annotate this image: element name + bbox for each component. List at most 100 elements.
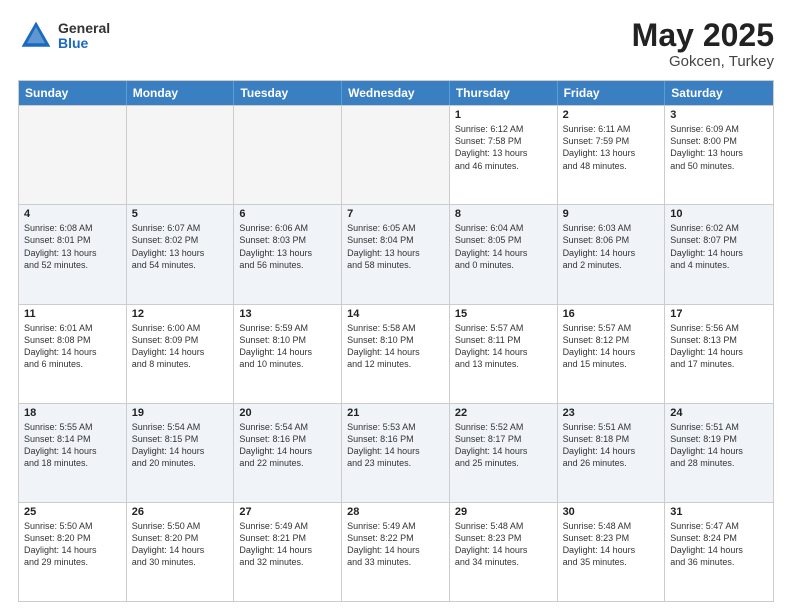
logo-blue-label: Blue: [58, 36, 110, 51]
cal-cell-1: 1 Sunrise: 6:12 AM Sunset: 7:58 PM Daylig…: [450, 106, 558, 204]
cell-info: Sunrise: 6:02 AM Sunset: 8:07 PM Dayligh…: [670, 222, 768, 271]
cal-week-1: 1 Sunrise: 6:12 AM Sunset: 7:58 PM Daylig…: [19, 105, 773, 204]
cal-cell-18: 18 Sunrise: 5:55 AM Sunset: 8:14 PM Dayli…: [19, 404, 127, 502]
day-number: 19: [132, 407, 229, 419]
cal-header-cell-tuesday: Tuesday: [234, 81, 342, 105]
day-number: 15: [455, 308, 552, 320]
cal-header-cell-saturday: Saturday: [665, 81, 773, 105]
day-number: 21: [347, 407, 444, 419]
page: General Blue May 2025 Gokcen, Turkey Sun…: [0, 0, 792, 612]
day-number: 20: [239, 407, 336, 419]
day-number: 27: [239, 506, 336, 518]
cell-info: Sunrise: 6:12 AM Sunset: 7:58 PM Dayligh…: [455, 123, 552, 172]
cal-cell-2: 2Sunrise: 6:11 AM Sunset: 7:59 PM Daylig…: [558, 106, 666, 204]
cal-cell-8: 8 Sunrise: 6:04 AM Sunset: 8:05 PM Daylig…: [450, 205, 558, 303]
cell-info: Sunrise: 6:05 AM Sunset: 8:04 PM Dayligh…: [347, 222, 444, 271]
day-number: 12: [132, 308, 229, 320]
day-number: 11: [24, 308, 121, 320]
cal-header-cell-monday: Monday: [127, 81, 235, 105]
title-block: May 2025 Gokcen, Turkey: [632, 18, 774, 70]
day-number: 6: [239, 208, 336, 220]
cell-info: Sunrise: 6:06 AM Sunset: 8:03 PM Dayligh…: [239, 222, 336, 271]
cell-info: Sunrise: 5:51 AM Sunset: 8:19 PM Dayligh…: [670, 421, 768, 470]
day-number: 3: [670, 109, 768, 121]
cell-info: Sunrise: 5:51 AM Sunset: 8:18 PM Dayligh…: [563, 421, 660, 470]
day-number: 9: [563, 208, 660, 220]
day-number: 7: [347, 208, 444, 220]
day-number: 28: [347, 506, 444, 518]
cal-cell-22: 22 Sunrise: 5:52 AM Sunset: 8:17 PM Dayli…: [450, 404, 558, 502]
cell-info: Sunrise: 6:03 AM Sunset: 8:06 PM Dayligh…: [563, 222, 660, 271]
cal-week-5: 25Sunrise: 5:50 AM Sunset: 8:20 PM Dayli…: [19, 502, 773, 601]
month-year: May 2025: [632, 18, 774, 53]
calendar-header: SundayMondayTuesdayWednesdayThursdayFrid…: [19, 81, 773, 105]
day-number: 22: [455, 407, 552, 419]
cell-info: Sunrise: 6:01 AM Sunset: 8:08 PM Dayligh…: [24, 322, 121, 371]
calendar-body: 1 Sunrise: 6:12 AM Sunset: 7:58 PM Daylig…: [19, 105, 773, 601]
cal-cell-20: 20 Sunrise: 5:54 AM Sunset: 8:16 PM Dayli…: [234, 404, 342, 502]
day-number: 31: [670, 506, 768, 518]
day-number: 5: [132, 208, 229, 220]
cell-info: Sunrise: 6:09 AM Sunset: 8:00 PM Dayligh…: [670, 123, 768, 172]
cal-cell-empty-0: [19, 106, 127, 204]
cal-week-4: 18 Sunrise: 5:55 AM Sunset: 8:14 PM Dayli…: [19, 403, 773, 502]
cal-week-2: 4 Sunrise: 6:08 AM Sunset: 8:01 PM Daylig…: [19, 204, 773, 303]
cal-cell-19: 19 Sunrise: 5:54 AM Sunset: 8:15 PM Dayli…: [127, 404, 235, 502]
cal-cell-12: 12 Sunrise: 6:00 AM Sunset: 8:09 PM Dayli…: [127, 305, 235, 403]
logo-text: General Blue: [58, 21, 110, 52]
day-number: 16: [563, 308, 660, 320]
cell-info: Sunrise: 5:54 AM Sunset: 8:16 PM Dayligh…: [239, 421, 336, 470]
cal-cell-31: 31Sunrise: 5:47 AM Sunset: 8:24 PM Dayli…: [665, 503, 773, 601]
cell-info: Sunrise: 5:58 AM Sunset: 8:10 PM Dayligh…: [347, 322, 444, 371]
day-number: 4: [24, 208, 121, 220]
cell-info: Sunrise: 5:56 AM Sunset: 8:13 PM Dayligh…: [670, 322, 768, 371]
cal-cell-empty-2: [234, 106, 342, 204]
cell-info: Sunrise: 6:07 AM Sunset: 8:02 PM Dayligh…: [132, 222, 229, 271]
day-number: 18: [24, 407, 121, 419]
cell-info: Sunrise: 5:57 AM Sunset: 8:12 PM Dayligh…: [563, 322, 660, 371]
cell-info: Sunrise: 6:08 AM Sunset: 8:01 PM Dayligh…: [24, 222, 121, 271]
cell-info: Sunrise: 5:50 AM Sunset: 8:20 PM Dayligh…: [24, 520, 121, 569]
cal-cell-16: 16 Sunrise: 5:57 AM Sunset: 8:12 PM Dayli…: [558, 305, 666, 403]
day-number: 2: [563, 109, 660, 121]
cal-cell-11: 11 Sunrise: 6:01 AM Sunset: 8:08 PM Dayli…: [19, 305, 127, 403]
cal-header-cell-friday: Friday: [558, 81, 666, 105]
cal-header-cell-wednesday: Wednesday: [342, 81, 450, 105]
cell-info: Sunrise: 6:04 AM Sunset: 8:05 PM Dayligh…: [455, 222, 552, 271]
day-number: 10: [670, 208, 768, 220]
cal-cell-13: 13Sunrise: 5:59 AM Sunset: 8:10 PM Dayli…: [234, 305, 342, 403]
day-number: 30: [563, 506, 660, 518]
logo: General Blue: [18, 18, 110, 54]
cal-cell-25: 25Sunrise: 5:50 AM Sunset: 8:20 PM Dayli…: [19, 503, 127, 601]
logo-icon: [18, 18, 54, 54]
cal-header-cell-thursday: Thursday: [450, 81, 558, 105]
cell-info: Sunrise: 5:48 AM Sunset: 8:23 PM Dayligh…: [455, 520, 552, 569]
cal-cell-28: 28 Sunrise: 5:49 AM Sunset: 8:22 PM Dayli…: [342, 503, 450, 601]
cal-cell-21: 21 Sunrise: 5:53 AM Sunset: 8:16 PM Dayli…: [342, 404, 450, 502]
cell-info: Sunrise: 5:49 AM Sunset: 8:21 PM Dayligh…: [239, 520, 336, 569]
cal-cell-29: 29 Sunrise: 5:48 AM Sunset: 8:23 PM Dayli…: [450, 503, 558, 601]
day-number: 1: [455, 109, 552, 121]
cell-info: Sunrise: 5:52 AM Sunset: 8:17 PM Dayligh…: [455, 421, 552, 470]
cal-cell-26: 26Sunrise: 5:50 AM Sunset: 8:20 PM Dayli…: [127, 503, 235, 601]
cal-cell-9: 9 Sunrise: 6:03 AM Sunset: 8:06 PM Daylig…: [558, 205, 666, 303]
cal-cell-6: 6 Sunrise: 6:06 AM Sunset: 8:03 PM Daylig…: [234, 205, 342, 303]
cal-cell-14: 14Sunrise: 5:58 AM Sunset: 8:10 PM Dayli…: [342, 305, 450, 403]
cal-cell-4: 4 Sunrise: 6:08 AM Sunset: 8:01 PM Daylig…: [19, 205, 127, 303]
cal-cell-27: 27 Sunrise: 5:49 AM Sunset: 8:21 PM Dayli…: [234, 503, 342, 601]
cell-info: Sunrise: 6:00 AM Sunset: 8:09 PM Dayligh…: [132, 322, 229, 371]
day-number: 13: [239, 308, 336, 320]
location: Gokcen, Turkey: [632, 53, 774, 70]
cell-info: Sunrise: 5:54 AM Sunset: 8:15 PM Dayligh…: [132, 421, 229, 470]
cell-info: Sunrise: 5:53 AM Sunset: 8:16 PM Dayligh…: [347, 421, 444, 470]
cell-info: Sunrise: 5:49 AM Sunset: 8:22 PM Dayligh…: [347, 520, 444, 569]
cal-week-3: 11 Sunrise: 6:01 AM Sunset: 8:08 PM Dayli…: [19, 304, 773, 403]
header: General Blue May 2025 Gokcen, Turkey: [18, 18, 774, 70]
day-number: 23: [563, 407, 660, 419]
cal-cell-10: 10 Sunrise: 6:02 AM Sunset: 8:07 PM Dayli…: [665, 205, 773, 303]
cell-info: Sunrise: 5:55 AM Sunset: 8:14 PM Dayligh…: [24, 421, 121, 470]
day-number: 29: [455, 506, 552, 518]
logo-general-label: General: [58, 21, 110, 36]
day-number: 8: [455, 208, 552, 220]
cal-header-cell-sunday: Sunday: [19, 81, 127, 105]
